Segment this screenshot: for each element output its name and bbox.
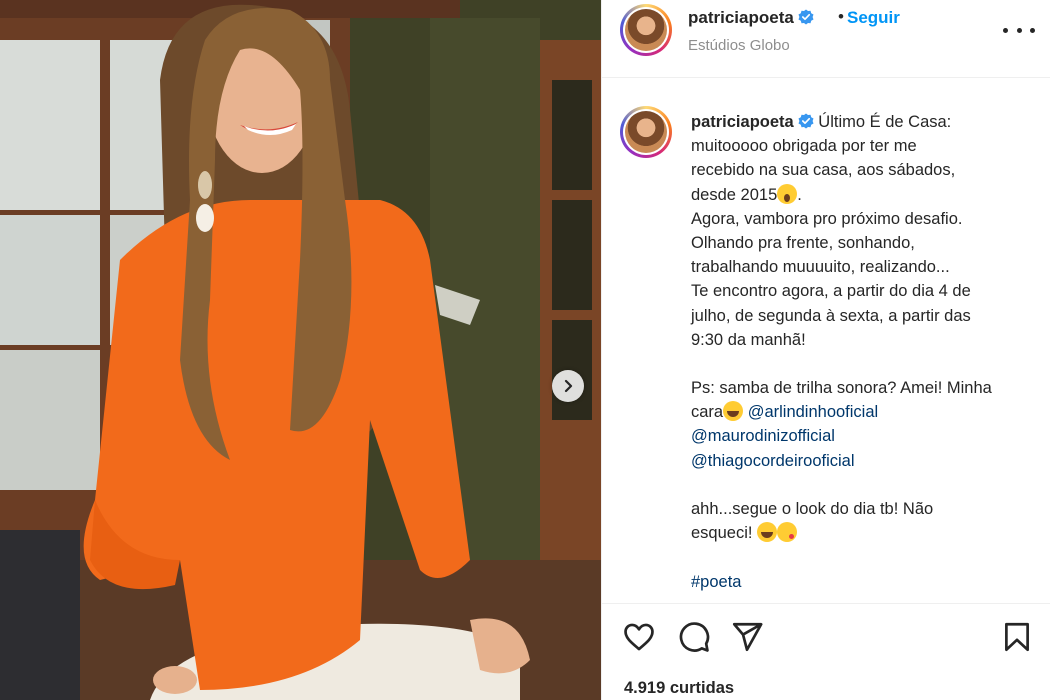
caption-line: ahh...segue o look do dia tb! Não bbox=[691, 500, 934, 518]
mention-link[interactable]: @maurodinizofficial bbox=[691, 427, 835, 445]
username-text: patriciapoeta bbox=[688, 8, 794, 27]
mention-link[interactable]: @thiagocordeirooficial bbox=[691, 452, 855, 470]
mention-link[interactable]: @arlindinhooficial bbox=[748, 403, 879, 421]
carousel-next-button[interactable] bbox=[552, 370, 584, 402]
caption-line: desde 2015 bbox=[691, 185, 778, 204]
caption-line: 9:30 da manhã! bbox=[691, 330, 806, 349]
bookmark-icon[interactable] bbox=[1000, 620, 1034, 654]
avatar[interactable] bbox=[620, 4, 672, 56]
laughing-emoji-icon bbox=[757, 522, 778, 543]
verified-badge-icon bbox=[798, 9, 814, 25]
caption-line: Ps: samba de trilha sonora? Amei! Minha bbox=[691, 379, 992, 398]
comment-icon[interactable] bbox=[677, 620, 711, 654]
caption-text: patriciapoeta Último É de Casa: muitoooo… bbox=[691, 110, 1026, 594]
scream-emoji-icon bbox=[777, 183, 798, 204]
separator-dot: • bbox=[838, 7, 844, 26]
caption-line: esqueci! bbox=[691, 524, 753, 543]
post-image bbox=[0, 0, 601, 700]
caption-line: Te encontro agora, a partir do dia 4 de bbox=[691, 282, 971, 301]
kiss-emoji-icon bbox=[777, 522, 798, 543]
verified-badge-icon bbox=[798, 113, 814, 129]
chevron-right-icon bbox=[564, 379, 573, 393]
post-photo[interactable] bbox=[0, 0, 601, 700]
caption-line: . bbox=[797, 185, 802, 204]
caption-line: muitooooo obrigada por ter me bbox=[691, 137, 917, 156]
post-sidebar: patriciapoeta • Seguir Estúdios Globo pa… bbox=[601, 0, 1050, 700]
caption-line: Agora, vambora pro próximo desafio. bbox=[691, 209, 963, 228]
username-link[interactable]: patriciapoeta bbox=[688, 8, 814, 28]
heart-icon[interactable] bbox=[622, 620, 656, 654]
caption-line: trabalhando muuuuito, realizando... bbox=[691, 258, 950, 277]
hashtag-link[interactable]: #poeta bbox=[691, 573, 741, 591]
caption-line: cara bbox=[691, 403, 724, 422]
caption-line: julho, de segunda à sexta, a partir das bbox=[691, 306, 971, 325]
post-actions: 4.919 curtidas bbox=[602, 603, 1050, 700]
laughing-emoji-icon bbox=[723, 401, 744, 422]
location-link[interactable]: Estúdios Globo bbox=[688, 37, 790, 54]
follow-button[interactable]: Seguir bbox=[847, 8, 900, 28]
paper-plane-icon[interactable] bbox=[730, 620, 764, 654]
caption-line: Olhando pra frente, sonhando, bbox=[691, 233, 915, 252]
caption-line: recebido na sua casa, aos sábados, bbox=[691, 161, 956, 180]
likes-count[interactable]: 4.919 curtidas bbox=[624, 679, 734, 698]
post-header: patriciapoeta • Seguir Estúdios Globo bbox=[602, 0, 1050, 78]
more-options-icon[interactable] bbox=[1003, 20, 1035, 40]
caption-avatar[interactable] bbox=[620, 106, 672, 158]
caption-line: Último É de Casa: bbox=[818, 113, 952, 131]
caption-username[interactable]: patriciapoeta bbox=[691, 113, 794, 131]
